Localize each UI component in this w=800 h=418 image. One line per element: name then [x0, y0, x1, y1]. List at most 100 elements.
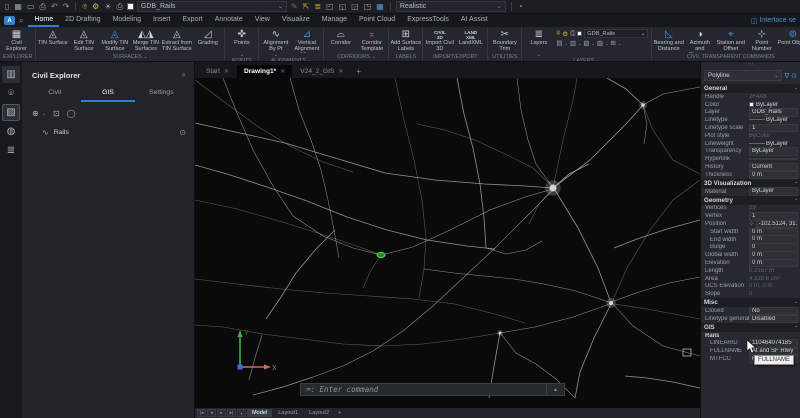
tab-export[interactable]: Export	[177, 15, 209, 27]
search-icon[interactable]: ⌕	[182, 70, 186, 80]
current-color-swatch[interactable]	[127, 3, 134, 10]
rail-line[interactable]	[266, 230, 335, 319]
layout-nav-0[interactable]: |◂	[197, 409, 206, 417]
rail-line[interactable]	[612, 303, 700, 356]
layout-tab-layout1[interactable]: Layout1	[273, 409, 303, 417]
workspace-icon-2[interactable]: ◱	[338, 1, 348, 13]
gis-layer-item-rails[interactable]: ∿Rails⊙	[22, 123, 194, 142]
property-value[interactable]: ByLayer	[749, 147, 798, 156]
property-value[interactable]: ByLayer	[749, 102, 798, 108]
tab-manage[interactable]: Manage	[316, 15, 353, 27]
layer-plot-icon[interactable]: ⎙	[116, 1, 124, 13]
close-icon[interactable]: ✕	[224, 68, 229, 75]
edit-entity-icon[interactable]: ✎	[290, 1, 299, 13]
tab-view[interactable]: View	[249, 15, 276, 27]
section-header-general[interactable]: General▪	[701, 84, 800, 93]
section-header-misc[interactable]: Misc▪	[701, 298, 800, 307]
tab-ai-assist[interactable]: AI Assist	[455, 15, 494, 27]
tab-insert[interactable]: Insert	[147, 15, 177, 27]
edit-tin-surface-button[interactable]: ◬Edit TIN Surface	[68, 28, 99, 53]
landxml-button[interactable]: LANDXMLLandXML	[455, 28, 486, 53]
workspace-icon-4[interactable]: ◳	[363, 1, 373, 13]
rail-line[interactable]	[395, 78, 426, 298]
property-value[interactable]: 0 m	[749, 259, 798, 268]
tab-visualize[interactable]: Visualize	[276, 15, 316, 27]
layers-button[interactable]: ≣Layers⌄	[523, 28, 554, 57]
point-number-button[interactable]: ⊹Point Number	[746, 28, 777, 53]
rail-line[interactable]	[611, 277, 700, 302]
corridor-template-button[interactable]: ⌅Corridor Template	[356, 28, 387, 53]
layout-nav-1[interactable]: ◂	[207, 409, 216, 417]
layer-on-icon[interactable]: ⌾	[81, 1, 88, 13]
tab-home[interactable]: Home	[28, 15, 59, 27]
corridor-button[interactable]: ⌓Corridor	[325, 28, 356, 53]
tab-annotate[interactable]: Annotate	[209, 15, 249, 27]
ribbon-layer-dropdown[interactable]: GDB_Rails⌄	[584, 29, 648, 38]
layout-nav-3[interactable]: ▸|	[227, 409, 236, 417]
point-object-button[interactable]: ⊚Point Object	[777, 28, 800, 53]
layout-tab-layout2[interactable]: Layout2	[304, 409, 334, 417]
command-expand-button[interactable]: ▲	[546, 384, 564, 395]
modify-tin-surface-button[interactable]: ◬Modify TIN Surface	[99, 28, 130, 53]
color-swatch[interactable]	[749, 102, 754, 107]
match-properties-icon[interactable]: ⇱	[302, 1, 311, 13]
layer-tool-1-icon[interactable]: ▤	[556, 39, 562, 47]
section-header-geometry[interactable]: Geometry▪	[701, 196, 800, 205]
help-icon[interactable]: ◔	[517, 1, 524, 13]
open-icon[interactable]: ▭	[26, 1, 36, 13]
close-icon[interactable]: ✕	[338, 68, 343, 75]
explorer-tab-settings[interactable]: Settings	[135, 86, 188, 102]
rail-line[interactable]	[500, 304, 610, 333]
command-line[interactable]: ⌨: Enter command ▲	[300, 383, 565, 396]
property-value[interactable]: Disabled	[749, 315, 798, 324]
rail-line[interactable]	[625, 376, 700, 388]
alignment-by-pt-button[interactable]: ∿Alignment By Pt⌄	[260, 28, 291, 57]
visual-style-dropdown[interactable]: Realistic⌄	[396, 1, 506, 12]
layer-print-icon[interactable]: ⎙	[570, 30, 575, 38]
rail-line[interactable]	[643, 105, 700, 174]
visibility-eye-icon[interactable]: ⊙	[179, 128, 186, 137]
new-document-button[interactable]: +	[351, 67, 366, 78]
explorer-tab-gis[interactable]: GIS	[81, 86, 134, 102]
new-icon[interactable]: ▯	[4, 1, 10, 13]
rail-line[interactable]	[575, 304, 611, 398]
rail-line[interactable]	[614, 304, 700, 319]
structure-tree-icon[interactable]: ≣	[2, 142, 20, 159]
rail-line[interactable]	[290, 78, 339, 258]
rail-line[interactable]	[195, 165, 495, 249]
civil-explorer-button[interactable]: ▦Civil Explorer	[1, 28, 32, 53]
layer-bulb-icon[interactable]: ⌾	[556, 30, 560, 38]
layout-nav-2[interactable]: ▸	[217, 409, 226, 417]
layout-tab-model[interactable]: Model	[247, 409, 272, 417]
model-viewport[interactable]: X Y ⌨: Enter command ▲	[195, 78, 700, 408]
refresh-button[interactable]: ◯	[67, 109, 76, 118]
layer-tool-5-icon[interactable]: ⊞	[610, 39, 615, 47]
import-civil-3d-button[interactable]: CIVIL3DImport Civil 3D	[424, 28, 455, 53]
section-header-3d-visualization[interactable]: 3D Visualization▪	[701, 179, 800, 188]
extract-from-tin-surface-button[interactable]: ◬Extract from TIN Surface	[161, 28, 192, 53]
layer-tool-4-icon[interactable]: ▨	[597, 39, 603, 47]
select-entities-icon[interactable]: ⊙	[791, 72, 797, 80]
layer-tool-2-icon[interactable]: ▥	[570, 39, 576, 47]
document-tab-v24-2-gis[interactable]: V24_2_GIS✕	[293, 65, 350, 78]
property-value[interactable]	[749, 158, 798, 160]
selected-polyline-highlight[interactable]	[377, 252, 385, 257]
rail-line[interactable]	[486, 241, 542, 254]
property-value[interactable]: 0 m	[749, 171, 798, 180]
rail-line[interactable]	[614, 220, 700, 248]
attach-data-button[interactable]: ⊡	[53, 109, 60, 118]
rail-line[interactable]	[223, 78, 553, 255]
rail-line[interactable]	[195, 279, 525, 323]
merge-tin-surfaces-button[interactable]: ◭◮Merge TIN Surfaces	[130, 28, 161, 53]
rail-line[interactable]	[607, 78, 643, 105]
rail-line[interactable]	[417, 124, 553, 187]
rail-line[interactable]	[195, 123, 553, 188]
property-value[interactable]: ——— ByLayer	[749, 141, 798, 147]
rail-line[interactable]	[612, 180, 700, 302]
layer-tool-3-icon[interactable]: ▧	[583, 39, 589, 47]
document-tab-drawing1[interactable]: Drawing1*✕	[237, 65, 292, 78]
layer-color-swatch[interactable]	[577, 31, 582, 36]
points-button[interactable]: ✜Points⌄	[226, 28, 257, 57]
workspace-icon-3[interactable]: ◲	[350, 1, 360, 13]
tab-modeling[interactable]: Modeling	[107, 15, 147, 27]
